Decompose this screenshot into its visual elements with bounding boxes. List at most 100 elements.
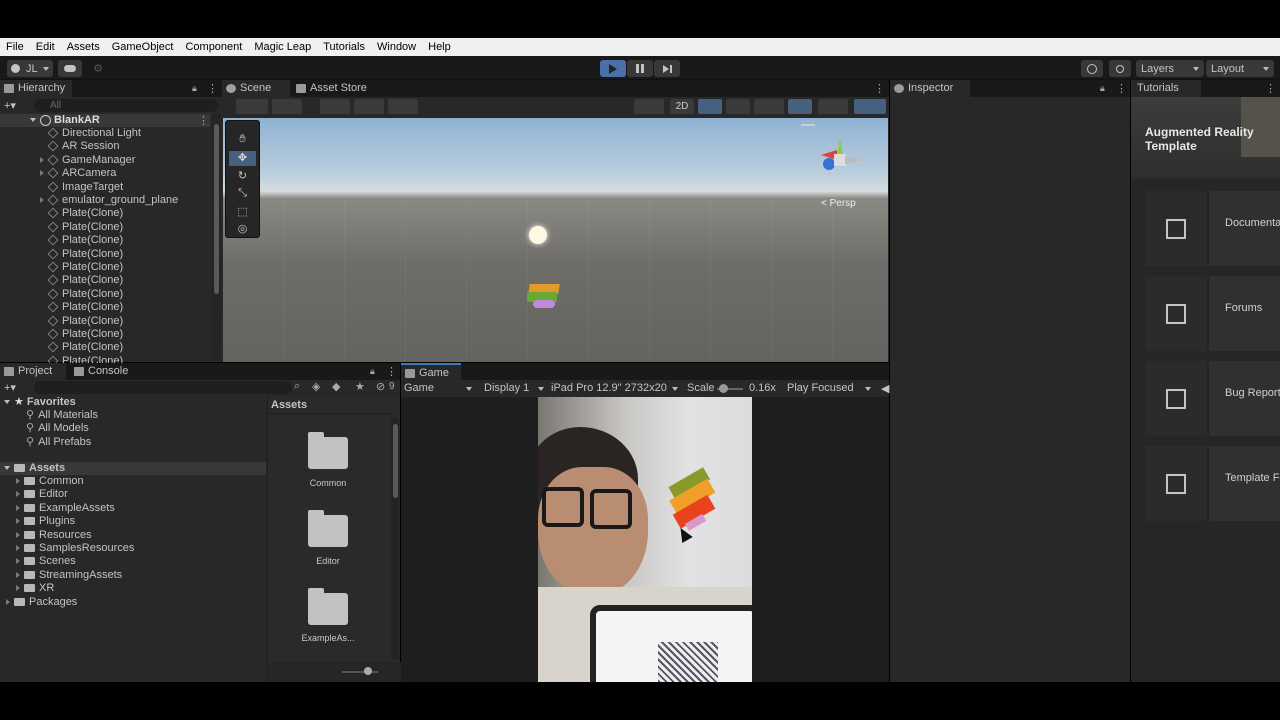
scale-slider-thumb[interactable]	[719, 384, 728, 393]
expand-icon[interactable]	[16, 478, 20, 485]
hierarchy-item[interactable]: Plate(Clone)	[0, 328, 210, 341]
expand-icon[interactable]	[16, 491, 20, 498]
lock-icon[interactable]: 🔒︎	[1100, 83, 1105, 94]
hierarchy-item[interactable]: emulator_ground_plane	[0, 194, 210, 207]
favorite-star-icon[interactable]: ★	[355, 380, 365, 393]
visibility-toggle[interactable]	[788, 99, 812, 114]
expand-icon[interactable]	[40, 156, 44, 163]
tab-scene[interactable]: Scene	[222, 80, 290, 97]
create-button[interactable]: +▾	[4, 381, 16, 394]
expand-icon[interactable]	[16, 504, 20, 511]
tab-hierarchy[interactable]: Hierarchy	[0, 80, 72, 97]
collab-button[interactable]: ⚙	[88, 60, 108, 77]
tag-icon[interactable]: ◆	[332, 380, 340, 393]
asset-folder-item[interactable]: ExampleAssets	[0, 502, 115, 515]
game-mode-dropdown[interactable]: Game	[404, 381, 476, 396]
hidden-packages-icon[interactable]: ⊘	[376, 380, 385, 393]
hierarchy-search-input[interactable]: All	[34, 99, 218, 112]
grid-scrollbar[interactable]	[391, 418, 399, 660]
tutorial-card-template-feedback[interactable]: Template Fe	[1145, 446, 1280, 521]
layers-dropdown[interactable]: Layers	[1136, 60, 1204, 77]
menu-gameobject[interactable]: GameObject	[112, 41, 174, 53]
draw-mode-dropdown[interactable]	[236, 99, 268, 114]
expand-icon[interactable]	[16, 545, 20, 552]
hierarchy-item[interactable]: AR Session	[0, 140, 210, 153]
more-icon[interactable]: ⋮	[874, 82, 885, 95]
projection-label[interactable]: < Persp	[821, 198, 856, 209]
speaker-icon[interactable]: ◀	[881, 382, 889, 395]
asset-folder-item[interactable]: SamplesResources	[0, 542, 134, 555]
menu-help[interactable]: Help	[428, 41, 451, 53]
resolution-dropdown[interactable]: iPad Pro 12.9" 2732x20	[551, 381, 679, 396]
2d-toggle[interactable]: 2D	[670, 99, 694, 114]
audio-toggle[interactable]	[726, 99, 750, 114]
favorite-item[interactable]: ⚲ All Prefabs	[0, 436, 91, 449]
play-button[interactable]	[600, 60, 626, 77]
orientation-gizmo[interactable]	[813, 128, 869, 188]
lighting-toggle[interactable]	[698, 99, 722, 114]
scene-viewport[interactable]: < Persp	[223, 118, 888, 362]
step-button[interactable]	[654, 60, 680, 77]
zoom-slider[interactable]	[342, 671, 378, 673]
menu-tutorials[interactable]: Tutorials	[323, 41, 365, 53]
layout-dropdown[interactable]: Layout	[1206, 60, 1274, 77]
rect-tool-icon[interactable]: ⬚	[229, 205, 256, 220]
asset-folder-item[interactable]: Plugins	[0, 515, 75, 528]
tab-asset-store[interactable]: Asset Store	[292, 80, 382, 97]
pause-button[interactable]	[627, 60, 653, 77]
more-icon[interactable]: ⋮	[207, 82, 218, 95]
search-type-icon[interactable]: ⌕	[294, 380, 300, 393]
lock-icon[interactable]: 🔒︎	[192, 83, 197, 94]
hierarchy-item[interactable]: Plate(Clone)	[0, 207, 210, 220]
more-icon[interactable]: ⋮	[1265, 82, 1276, 95]
tab-project[interactable]: Project	[0, 363, 66, 380]
favorite-item[interactable]: ⚲ All Models	[0, 422, 89, 435]
hierarchy-scrollbar[interactable]	[212, 114, 221, 359]
expand-icon[interactable]	[16, 585, 20, 592]
tab-console[interactable]: Console	[70, 363, 140, 380]
scale-tool-icon[interactable]: ⤡	[229, 187, 256, 202]
transform-tool-icon[interactable]: ◎	[229, 222, 256, 237]
hierarchy-item[interactable]: Plate(Clone)	[0, 248, 210, 261]
move-tool-icon[interactable]: ✥	[229, 151, 256, 166]
more-icon[interactable]: ⋮	[386, 365, 397, 378]
tab-tutorials[interactable]: Tutorials	[1131, 80, 1201, 97]
more-icon[interactable]: ⋮	[1116, 82, 1127, 95]
expand-icon[interactable]	[16, 518, 20, 525]
hierarchy-item[interactable]: Plate(Clone)	[0, 261, 210, 274]
asset-folder-item[interactable]: Scenes	[0, 555, 76, 568]
shading-dropdown[interactable]	[634, 99, 664, 114]
menu-assets[interactable]: Assets	[67, 41, 100, 53]
snap-dropdown[interactable]	[320, 99, 350, 114]
rotate-tool-icon[interactable]: ↻	[229, 169, 256, 184]
hierarchy-item[interactable]: Directional Light	[0, 127, 210, 140]
play-focused-dropdown[interactable]: Play Focused	[787, 381, 875, 396]
asset-folder-item[interactable]: Resources	[0, 529, 92, 542]
menu-window[interactable]: Window	[377, 41, 416, 53]
camera-dropdown[interactable]	[818, 99, 848, 114]
hierarchy-item[interactable]: Plate(Clone)	[0, 301, 210, 314]
zoom-slider-thumb[interactable]	[364, 667, 372, 675]
scene-more-icon[interactable]: ⋮	[198, 114, 209, 127]
scene-row[interactable]: BlankAR	[0, 114, 210, 127]
expand-icon[interactable]	[30, 118, 36, 123]
hierarchy-item[interactable]: ImageTarget	[0, 181, 210, 194]
hierarchy-item[interactable]: Plate(Clone)	[0, 315, 210, 328]
menu-component[interactable]: Component	[185, 41, 242, 53]
expand-icon[interactable]	[16, 558, 20, 565]
asset-folder-item[interactable]: Editor	[0, 488, 68, 501]
assets-header[interactable]: Assets	[0, 462, 266, 475]
packages-header[interactable]: Packages	[0, 596, 77, 609]
hierarchy-item[interactable]: Plate(Clone)	[0, 341, 210, 354]
hierarchy-item[interactable]: Plate(Clone)	[0, 234, 210, 247]
favorite-item[interactable]: ⚲ All Materials	[0, 409, 98, 422]
menu-magic-leap[interactable]: Magic Leap	[254, 41, 311, 53]
search-button[interactable]	[1109, 60, 1131, 77]
add-button[interactable]: +▾	[4, 99, 26, 112]
expand-icon[interactable]	[16, 571, 20, 578]
filter-label-icon[interactable]: ◈	[312, 380, 320, 393]
menu-edit[interactable]: Edit	[36, 41, 55, 53]
hierarchy-item[interactable]: Plate(Clone)	[0, 221, 210, 234]
tab-inspector[interactable]: Inspector	[890, 80, 970, 97]
plates-stack[interactable]	[525, 282, 561, 310]
